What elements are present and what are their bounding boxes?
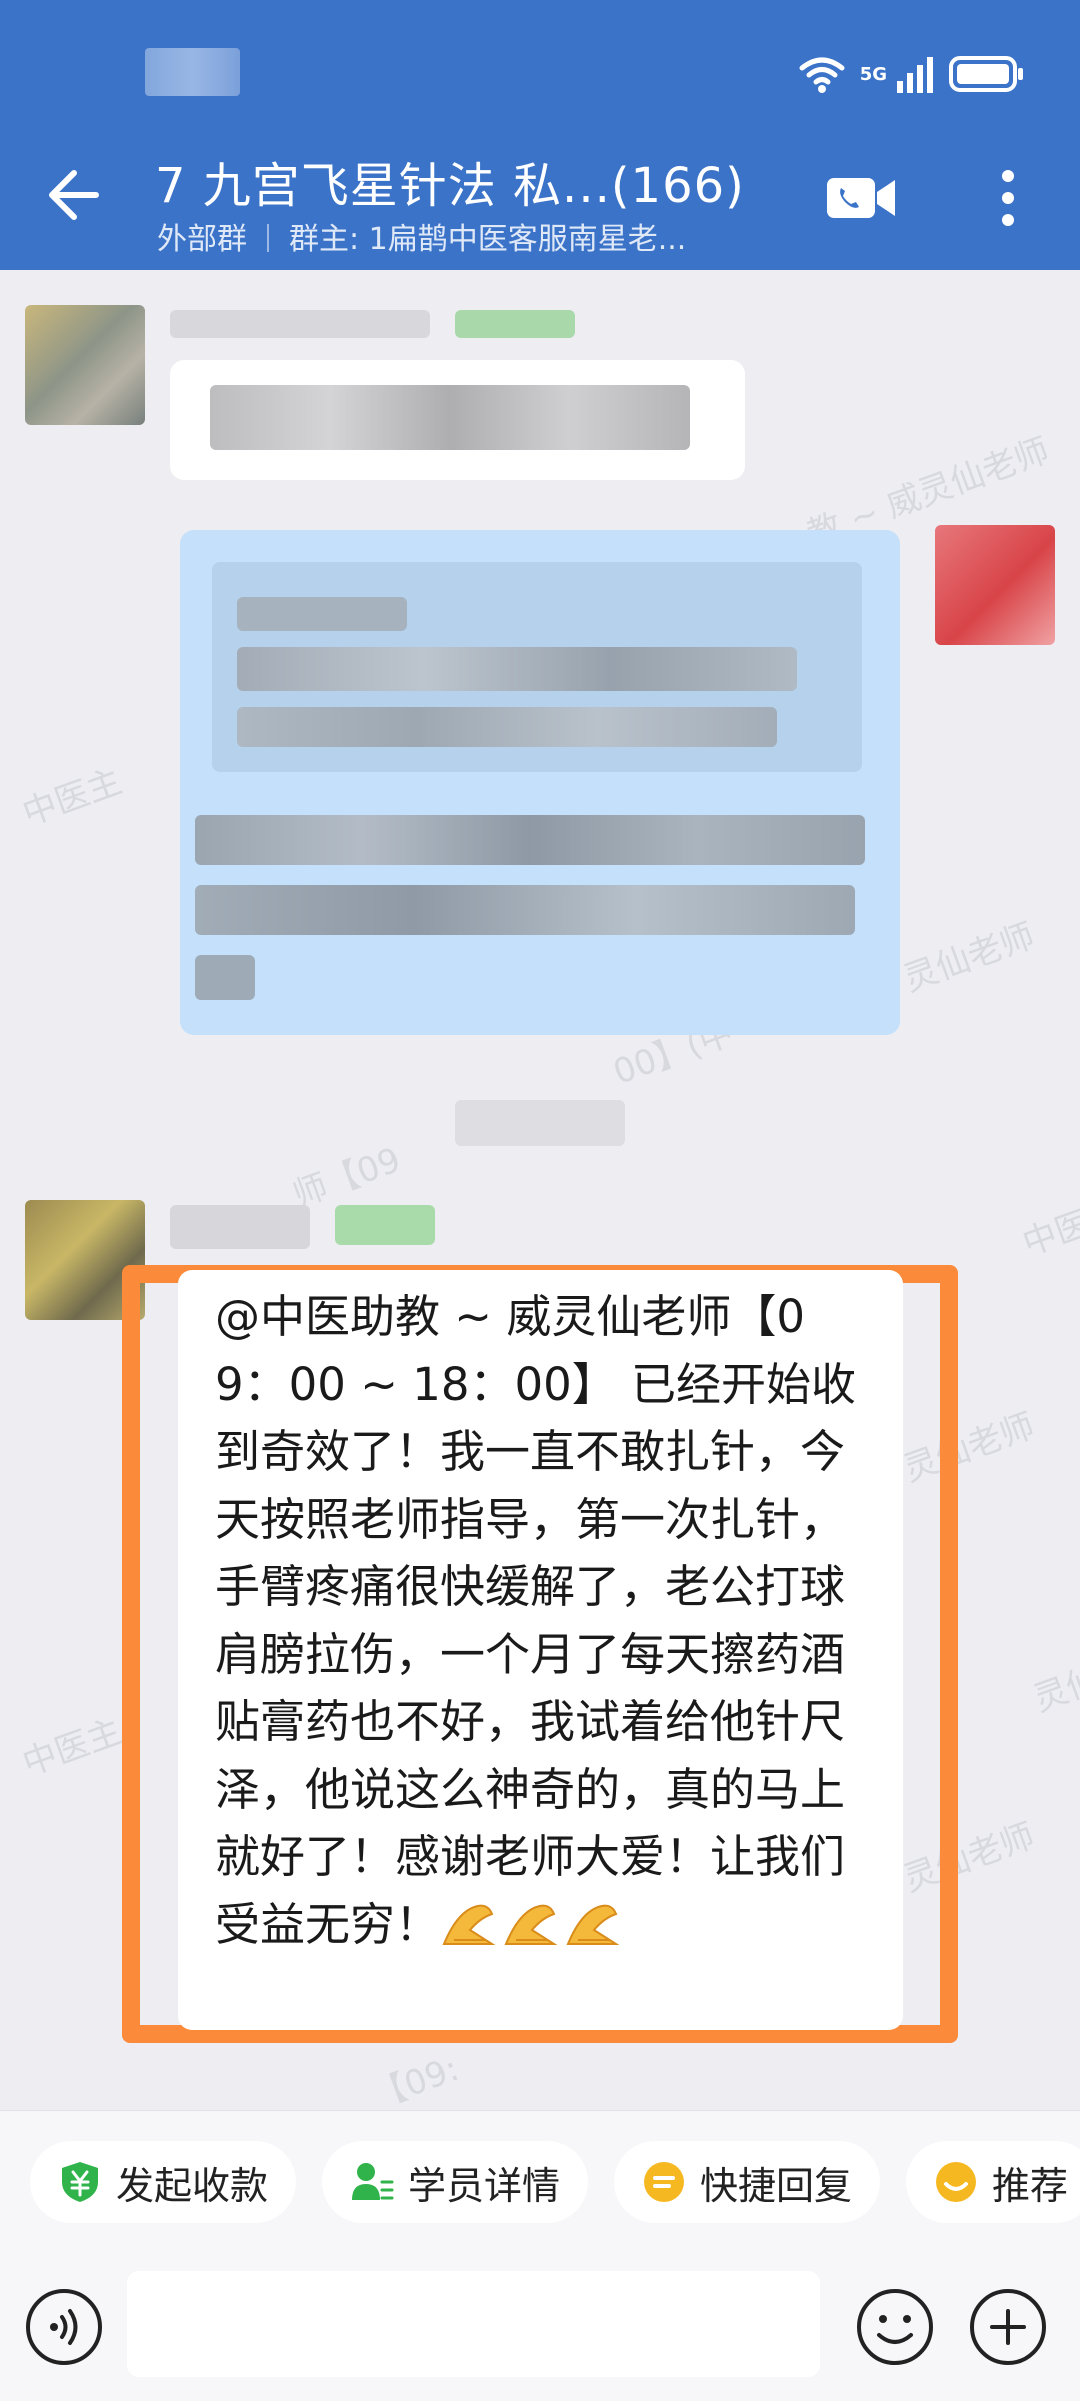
blur-line xyxy=(195,815,865,865)
student-details-label: 学员详情 xyxy=(408,2163,561,2208)
blur-line xyxy=(237,647,797,691)
quoted-message-blurred xyxy=(212,562,862,772)
watermark: 灵仙老师 xyxy=(898,915,1040,1000)
status-icons: 5G xyxy=(798,50,1025,98)
quick-action-row: 发起收款 学员详情 快捷回复 推荐 xyxy=(30,2141,1080,2223)
student-icon xyxy=(352,2163,394,2200)
avatar[interactable] xyxy=(25,305,145,425)
group-type-label: 外部群 xyxy=(157,222,247,257)
clapping-hands-emoji-icon xyxy=(442,1904,496,1945)
sender-tag-blurred xyxy=(455,310,575,338)
watermark: 中医主 xyxy=(17,1711,127,1785)
blur-line xyxy=(195,955,255,1000)
video-call-icon[interactable] xyxy=(825,172,897,224)
signal-icon xyxy=(897,57,933,93)
recommend-icon xyxy=(936,2162,977,2202)
watermark: 师【09 xyxy=(287,1139,406,1216)
quick-reply-icon xyxy=(644,2162,685,2202)
message-text-blurred xyxy=(210,385,690,450)
more-options-icon[interactable] xyxy=(990,168,1026,228)
watermark: 中医主 xyxy=(17,761,127,835)
wifi-icon xyxy=(799,57,845,93)
clapping-hands-emoji-icon xyxy=(566,1904,620,1945)
plus-icon[interactable] xyxy=(968,2287,1048,2367)
watermark: 灵仙老师 xyxy=(1028,1635,1080,1720)
timestamp-blurred xyxy=(455,1100,625,1146)
quick-reply-label: 快捷回复 xyxy=(700,2163,853,2208)
quick-reply-button[interactable]: 快捷回复 xyxy=(614,2141,881,2223)
status-time-blurred xyxy=(145,48,240,96)
emoji-icon[interactable] xyxy=(855,2287,935,2367)
blur-line xyxy=(195,885,855,935)
recommend-label: 推荐 xyxy=(992,2163,1069,2208)
battery-icon xyxy=(949,56,1023,92)
payment-icon xyxy=(62,2162,98,2202)
message-body: @中医助教 ~ 威灵仙老师【09：00 ~ 18：00】 已经开始收到奇效了！我… xyxy=(215,1290,857,1951)
blur-line xyxy=(237,597,407,631)
start-payment-label: 发起收款 xyxy=(116,2163,269,2208)
sender-tag-blurred xyxy=(335,1205,435,1245)
message-text: @中医助教 ~ 威灵仙老师【09：00 ~ 18：00】 已经开始收到奇效了！我… xyxy=(215,1283,865,1958)
my-avatar[interactable] xyxy=(935,525,1055,645)
watermark: 【09: xyxy=(367,2048,465,2110)
chat-subtitle: 外部群 群主: 1扁鹊中医客服南星老... xyxy=(157,214,686,258)
group-owner-label: 群主: 1扁鹊中医客服南星老... xyxy=(289,222,687,257)
blur-line xyxy=(237,707,777,747)
chat-title[interactable]: 7 九宫飞星针法 私...(166) xyxy=(155,146,775,216)
bottom-toolbar: 发起收款 学员详情 快捷回复 推荐 xyxy=(0,2110,1080,2401)
recommend-button[interactable]: 推荐 xyxy=(906,2141,1080,2223)
start-payment-button[interactable]: 发起收款 xyxy=(30,2141,297,2223)
back-arrow-icon[interactable] xyxy=(40,163,104,227)
message-bubble-own[interactable] xyxy=(180,530,900,1035)
voice-input-icon[interactable] xyxy=(24,2287,104,2367)
chat-header: 5G 7 九宫飞星针法 私...(166) 外部群 群主: 1扁鹊中医客服南星老.… xyxy=(0,0,1080,270)
message-bubble[interactable] xyxy=(170,360,745,480)
message-input[interactable] xyxy=(127,2271,820,2377)
clapping-hands-emoji-icon xyxy=(504,1904,558,1945)
input-row xyxy=(0,2261,1080,2381)
sender-name-blurred xyxy=(170,1205,310,1249)
chat-message-list[interactable]: 教 ~ 威灵仙老师 中医主 灵仙老师 00】(中 师【09 中医主 灵仙老师 灵… xyxy=(0,270,1080,2110)
network-type: 5G xyxy=(859,63,887,85)
student-details-button[interactable]: 学员详情 xyxy=(322,2141,589,2223)
subtitle-divider xyxy=(267,224,269,252)
watermark: 中医主 xyxy=(1017,1191,1080,1265)
sender-name-blurred xyxy=(170,310,430,338)
